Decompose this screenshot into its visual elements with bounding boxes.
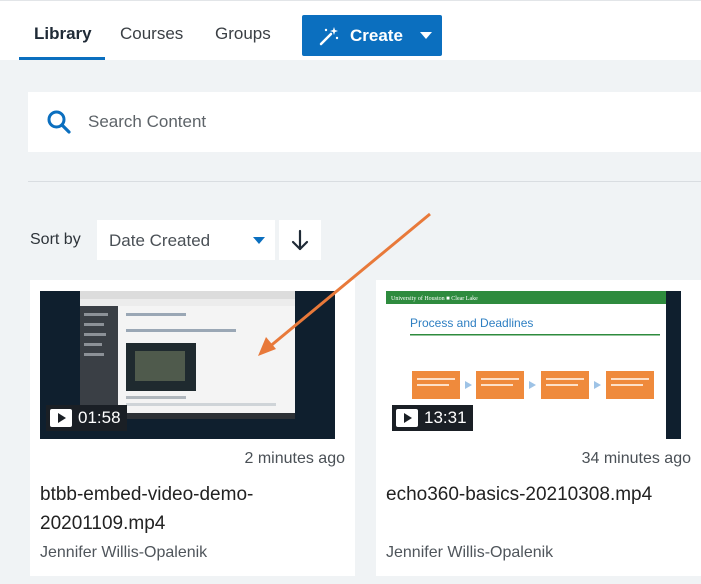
duration-badge: 01:58 xyxy=(46,405,127,431)
play-icon xyxy=(396,409,418,427)
magic-wand-icon xyxy=(319,27,339,46)
sort-direction-button[interactable] xyxy=(279,220,321,260)
media-owner: Jennifer Willis-Opalenik xyxy=(40,544,208,561)
create-button-label: Create xyxy=(350,26,403,45)
media-card[interactable]: University of Houston ■ Clear Lake Proce… xyxy=(376,280,701,576)
search-icon xyxy=(47,110,71,134)
video-thumbnail[interactable]: 01:58 xyxy=(40,291,335,439)
sort-label: Sort by xyxy=(30,231,81,248)
create-button[interactable]: Create xyxy=(302,15,442,56)
thumbnail-slide-title: Process and Deadlines xyxy=(410,316,533,330)
tab-courses[interactable]: Courses xyxy=(120,24,183,44)
media-title[interactable]: echo360-basics-20210308.mp4 xyxy=(386,480,676,509)
divider xyxy=(28,181,701,182)
duration-badge: 13:31 xyxy=(392,405,473,431)
time-ago: 34 minutes ago xyxy=(581,450,691,467)
arrow-down-icon xyxy=(291,229,309,251)
video-thumbnail[interactable]: University of Houston ■ Clear Lake Proce… xyxy=(386,291,681,439)
tab-library[interactable]: Library xyxy=(34,24,92,44)
duration-text: 01:58 xyxy=(78,408,121,427)
media-title[interactable]: btbb-embed-video-demo-20201109.mp4 xyxy=(40,480,330,538)
sort-select[interactable]: Date Created xyxy=(97,220,275,260)
media-card[interactable]: 01:58 2 minutes ago btbb-embed-video-dem… xyxy=(30,280,355,576)
play-icon xyxy=(50,409,72,427)
tab-groups[interactable]: Groups xyxy=(215,24,271,44)
top-navigation: Library Courses Groups Create xyxy=(0,0,701,60)
chevron-down-icon xyxy=(420,32,432,39)
duration-text: 13:31 xyxy=(424,408,467,427)
thumbnail-header-text: University of Houston ■ Clear Lake xyxy=(391,295,478,302)
media-owner: Jennifer Willis-Opalenik xyxy=(386,544,554,561)
active-tab-indicator xyxy=(19,57,105,60)
time-ago: 2 minutes ago xyxy=(244,450,345,467)
search-bar xyxy=(28,92,701,152)
sort-selected-value: Date Created xyxy=(109,231,211,250)
search-input[interactable] xyxy=(88,110,588,134)
chevron-down-icon xyxy=(253,237,265,244)
